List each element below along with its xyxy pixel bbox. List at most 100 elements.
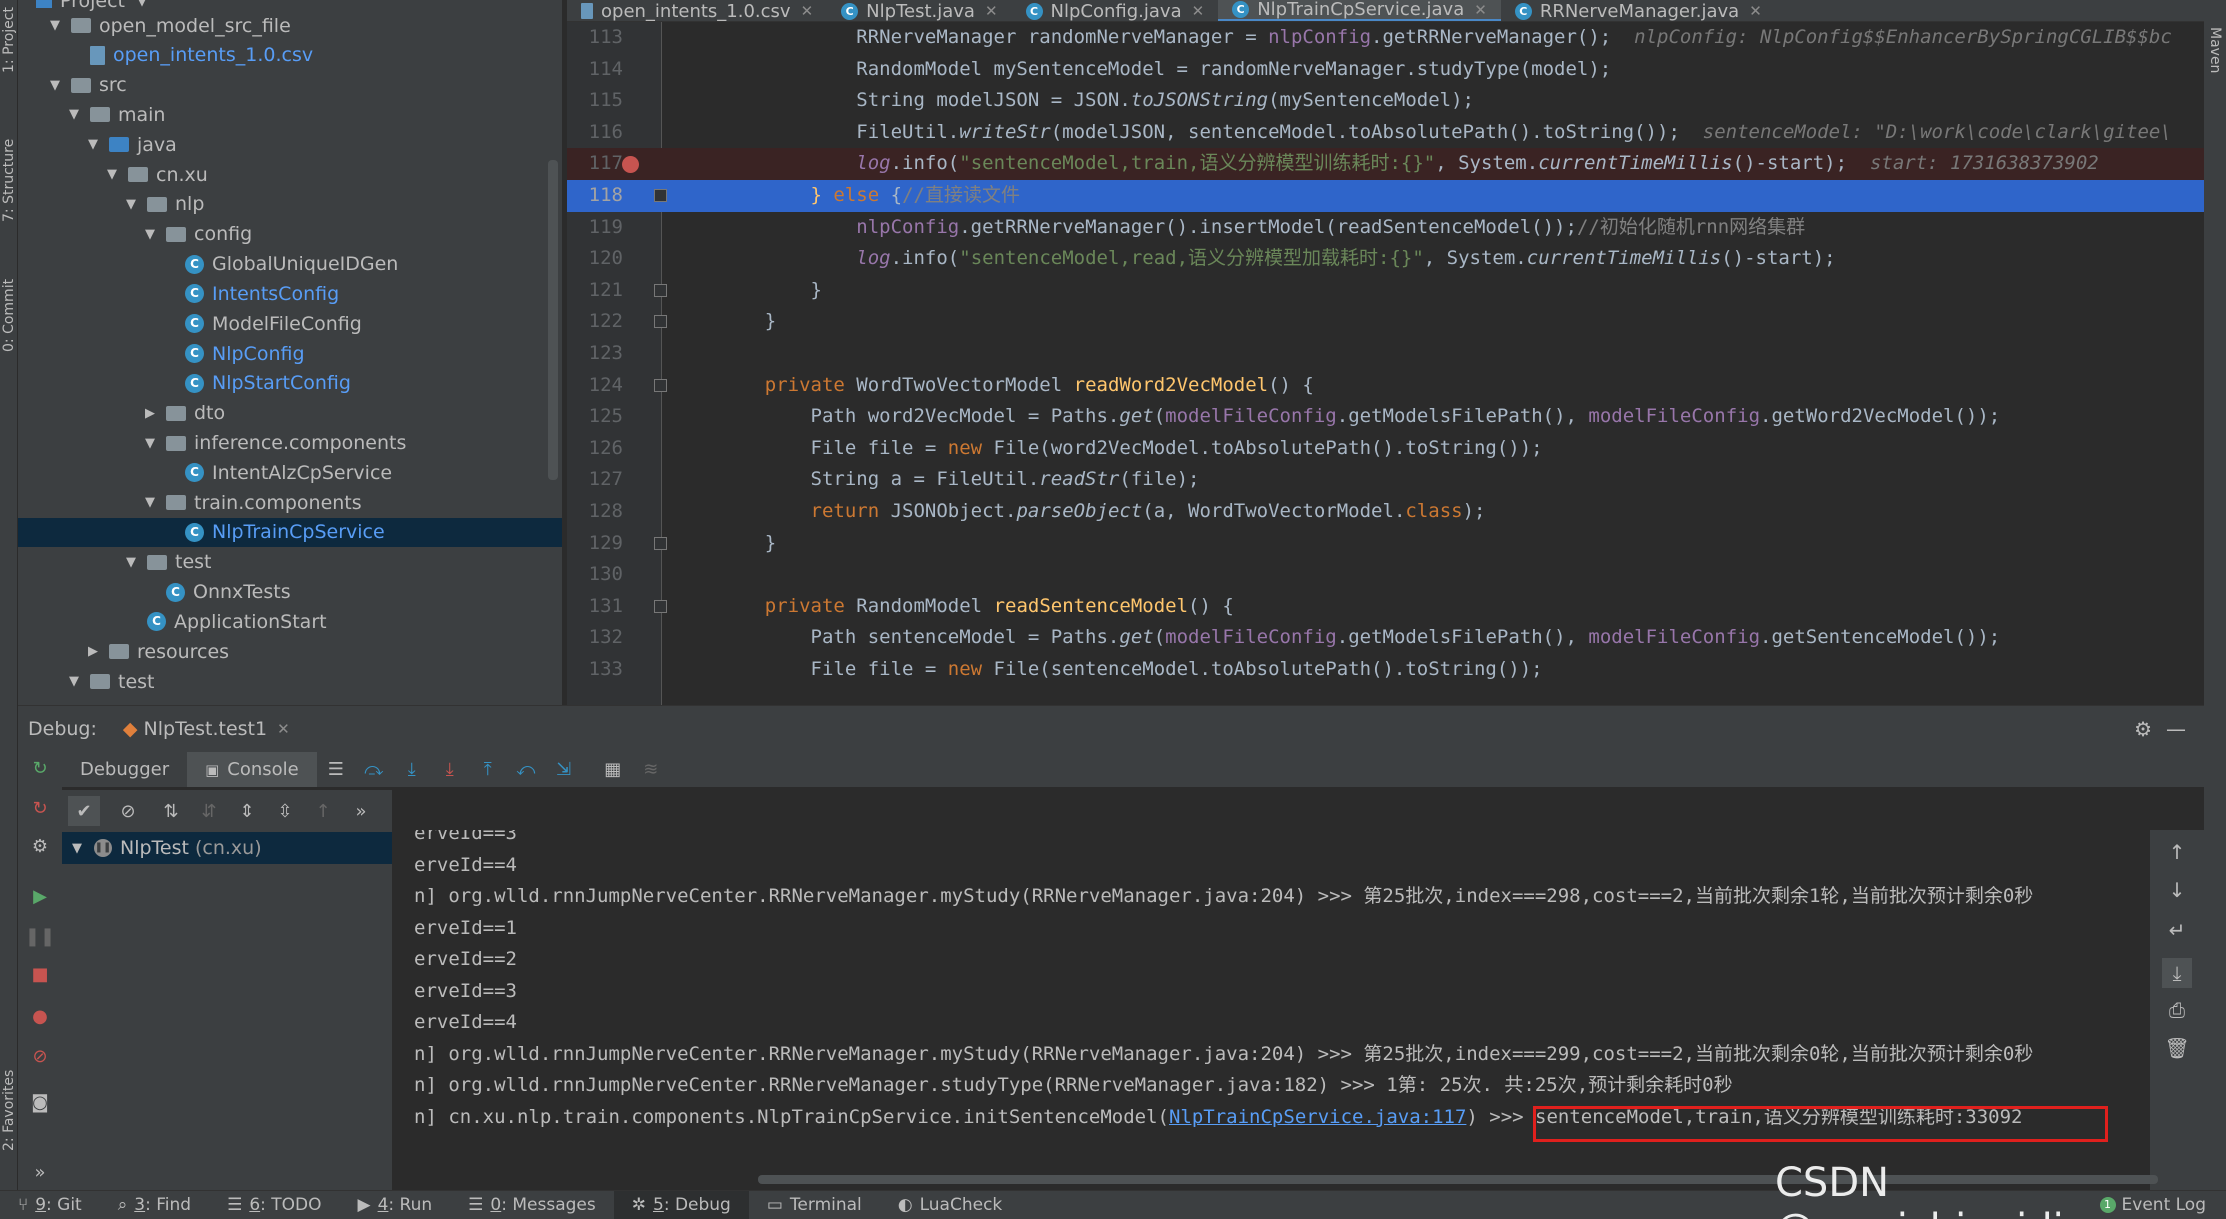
project-scrollbar[interactable] (548, 160, 558, 480)
editor-tab[interactable]: C NlpConfig.java ✕ (1012, 0, 1219, 21)
chevron-down-icon[interactable]: ▼ (45, 78, 65, 93)
scroll-down-icon[interactable]: ↓ (2167, 878, 2187, 902)
more-icon[interactable]: » (351, 801, 371, 822)
code-line[interactable]: 131 private RandomModel readSentenceMode… (567, 591, 2204, 623)
tab-project[interactable]: 1: Project (0, 0, 18, 80)
code-line[interactable]: 123 (567, 338, 2204, 370)
tree-item[interactable]: ▶ dto (18, 399, 562, 428)
chevron-down-icon[interactable]: ▼ (121, 197, 141, 212)
code-line[interactable]: 120 log.info("sentenceModel,read,语义分辨模型加… (567, 243, 2204, 275)
collapse-all-icon[interactable]: ⇳ (275, 801, 295, 822)
sort-alt-icon[interactable]: ⇵ (199, 801, 219, 822)
code-line[interactable]: 125 Path word2VecModel = Paths.get(model… (567, 401, 2204, 433)
settings-icon[interactable]: ⚙ (30, 836, 50, 857)
chevron-down-icon[interactable]: ▼ (102, 167, 122, 182)
fold-marker-icon[interactable] (654, 378, 667, 392)
gear-icon[interactable]: ⚙ (2134, 717, 2152, 741)
bottom-tab[interactable]: ✲ 5: Debug (613, 1190, 749, 1219)
chevron-down-icon[interactable]: ▼ (140, 227, 160, 242)
tree-item[interactable]: ▼ java (18, 130, 562, 159)
rerun-icon[interactable]: ↻ (30, 758, 50, 779)
bottom-tab[interactable]: ▭ Terminal (749, 1191, 880, 1219)
chevron-down-icon[interactable]: ▼ (64, 107, 84, 122)
chevron-down-icon[interactable]: ▼ (140, 436, 160, 451)
close-icon[interactable]: ✕ (985, 2, 998, 20)
rerun-failed-icon[interactable]: ↻ (30, 798, 50, 819)
code-line[interactable]: 116 FileUtil.writeStr(modelJSON, sentenc… (567, 117, 2204, 149)
editor-tab[interactable]: C RRNerveManager.java ✕ (1501, 0, 1776, 21)
bottom-tab[interactable]: ◐ LuaCheck (880, 1191, 1021, 1219)
layout-icon[interactable]: ☰ (326, 759, 346, 780)
tree-item[interactable]: ▼ test (18, 667, 562, 696)
close-icon[interactable]: ✕ (277, 720, 290, 738)
soft-wrap-icon[interactable]: ↵ (2167, 918, 2187, 942)
resume-icon[interactable]: ▶ (30, 886, 50, 907)
code-editor[interactable]: 113 RRNerveManager randomNerveManager = … (567, 22, 2204, 705)
code-line[interactable]: 118 } else {//直接读文件 (567, 180, 2204, 212)
tree-item[interactable]: ▼ src (18, 71, 562, 100)
step-over-icon[interactable]: ⤼ (364, 759, 384, 780)
bottom-tab[interactable]: ⑂ 9: Git (0, 1191, 100, 1219)
editor-tab[interactable]: C NlpTest.java ✕ (827, 0, 1011, 21)
code-line[interactable]: 133 File file = new File(sentenceModel.t… (567, 654, 2204, 686)
tree-item[interactable]: C NlpConfig (18, 339, 562, 368)
scroll-to-end-icon[interactable]: ⤓ (2162, 958, 2192, 988)
code-line[interactable]: 132 Path sentenceModel = Paths.get(model… (567, 622, 2204, 654)
breakpoint-icon[interactable] (622, 156, 639, 174)
tree-item[interactable]: open_intents_1.0.csv (18, 41, 562, 70)
expand-all-icon[interactable]: ⇕ (237, 801, 257, 822)
code-line[interactable]: 119 nlpConfig.getRRNerveManager().insert… (567, 212, 2204, 244)
debug-session-tab[interactable]: ◆ NlpTest.test1 ✕ (123, 718, 290, 740)
minimize-icon[interactable]: — (2166, 717, 2186, 741)
trash-icon[interactable]: 🗑 (2164, 1036, 2189, 1060)
chevron-down-icon[interactable]: ▼ (83, 137, 103, 152)
code-line[interactable]: 127 String a = FileUtil.readStr(file); (567, 464, 2204, 496)
tree-item[interactable]: ▼ test (18, 548, 562, 577)
close-icon[interactable]: ✕ (1749, 2, 1762, 20)
mute-breakpoints-icon[interactable]: ⊘ (30, 1046, 50, 1067)
no-icon[interactable]: ⊘ (118, 801, 138, 822)
chevron-down-icon[interactable]: ▼ (137, 0, 147, 9)
force-step-into-icon[interactable]: ⤓ (440, 759, 460, 780)
tree-item[interactable]: ▼ open_model_src_file (18, 11, 562, 40)
code-line[interactable]: 114 RandomModel mySentenceModel = random… (567, 54, 2204, 86)
step-out-icon[interactable]: ⤒ (478, 759, 498, 780)
tab-debugger[interactable]: Debugger (62, 752, 187, 787)
pause-icon[interactable]: ❚❚ (25, 926, 55, 947)
code-line[interactable]: 113 RRNerveManager randomNerveManager = … (567, 22, 2204, 54)
tree-item[interactable]: C ModelFileConfig (18, 309, 562, 338)
fold-marker-icon[interactable] (654, 283, 667, 297)
tab-structure[interactable]: 7: Structure (0, 130, 18, 230)
fold-marker-icon[interactable] (654, 315, 667, 329)
tree-item[interactable]: ▼ inference.components (18, 429, 562, 458)
tab-commit[interactable]: 0: Commit (0, 270, 18, 360)
code-line[interactable]: 121 } (567, 275, 2204, 307)
check-icon[interactable]: ✔ (68, 796, 100, 826)
chevron-down-icon[interactable]: ▼ (45, 18, 65, 33)
bottom-tab[interactable]: ⌕ 3: Find (100, 1191, 209, 1219)
tab-maven[interactable]: Maven (2206, 20, 2224, 80)
frame-row[interactable]: ▼ ❚❚ NlpTest (cn.xu) (62, 832, 392, 864)
drop-frame-icon[interactable]: ⤺ (516, 759, 536, 780)
fold-marker-icon[interactable] (654, 599, 667, 613)
code-line[interactable]: 126 File file = new File(word2VecModel.t… (567, 433, 2204, 465)
print-icon[interactable]: ⎙ (2167, 998, 2187, 1022)
chevron-right-icon[interactable]: ▶ (140, 406, 160, 421)
editor-tab[interactable]: open_intents_1.0.csv ✕ (567, 0, 827, 21)
fold-marker-icon[interactable] (654, 189, 667, 202)
step-into-icon[interactable]: ⤓ (402, 759, 422, 780)
more-icon[interactable]: » (30, 1162, 50, 1183)
bottom-tab[interactable]: ▶ 4: Run (340, 1191, 451, 1219)
bottom-tab[interactable]: ☰ 0: Messages (450, 1191, 614, 1219)
code-line[interactable]: 130 (567, 559, 2204, 591)
evaluate-icon[interactable]: ▦ (603, 759, 623, 780)
camera-icon[interactable]: ◙ (30, 1092, 50, 1113)
chevron-right-icon[interactable]: ▶ (83, 644, 103, 659)
bottom-tab[interactable]: ☰ 6: TODO (209, 1191, 339, 1219)
tree-item[interactable]: C NlpStartConfig (18, 369, 562, 398)
code-line[interactable]: 129 } (567, 528, 2204, 560)
tree-item[interactable]: C NlpTrainCpService (18, 517, 562, 547)
close-icon[interactable]: ✕ (1474, 1, 1487, 19)
tree-item[interactable]: C GlobalUniqueIDGen (18, 250, 562, 279)
chevron-down-icon[interactable]: ▼ (140, 495, 160, 510)
